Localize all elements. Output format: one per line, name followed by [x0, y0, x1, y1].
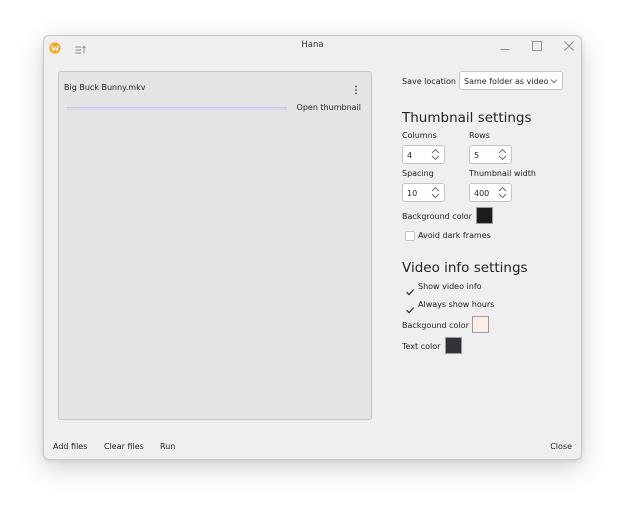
chevron-down-icon [550, 77, 558, 85]
rows-label: Rows [469, 131, 490, 140]
save-location-select[interactable]: Same folder as video [459, 71, 563, 90]
always-show-hours-label: Always show hours [418, 300, 495, 309]
add-files-button[interactable]: Add files [53, 442, 87, 451]
clear-files-button[interactable]: Clear files [104, 442, 144, 451]
more-vertical-icon[interactable] [352, 81, 360, 95]
file-name: Big Buck Bunny.mkv [64, 83, 146, 92]
stepper-arrows-icon[interactable] [431, 148, 440, 161]
spacing-label: Spacing [402, 169, 434, 178]
open-thumbnail-button[interactable]: Open thumbnail [297, 103, 361, 112]
file-progress-bar [67, 107, 287, 110]
rows-value: 5 [474, 151, 480, 160]
columns-spinbox[interactable]: 4 [402, 145, 445, 164]
always-show-hours-checkbox[interactable] [405, 300, 415, 314]
background-color-label: Background color [402, 212, 472, 221]
save-location-label: Save location [402, 77, 456, 86]
columns-value: 4 [407, 151, 413, 160]
text-color-label: Text color [402, 342, 441, 351]
minimize-icon[interactable] [499, 40, 511, 52]
spacing-value: 10 [407, 189, 418, 198]
avoid-dark-frames-checkbox[interactable] [405, 231, 415, 241]
show-video-info-checkbox[interactable] [405, 282, 415, 296]
title-bar[interactable]: Hana [44, 36, 581, 58]
close-button[interactable]: Close [550, 442, 572, 451]
show-video-info-label: Show video info [418, 282, 482, 291]
stepper-arrows-icon[interactable] [498, 186, 507, 199]
maximize-icon[interactable] [531, 40, 543, 52]
background-color-swatch[interactable] [476, 207, 493, 224]
spacing-spinbox[interactable]: 10 [402, 183, 445, 202]
run-button[interactable]: Run [160, 442, 175, 451]
close-window-icon[interactable] [563, 40, 575, 52]
stepper-arrows-icon[interactable] [498, 148, 507, 161]
thumbnail-width-spinbox[interactable]: 400 [469, 183, 512, 202]
thumbnail-width-label: Thumbnail width [469, 169, 536, 178]
info-background-color-swatch[interactable] [472, 316, 489, 333]
thumbnail-width-value: 400 [474, 189, 490, 198]
columns-label: Columns [402, 131, 437, 140]
app-window: Hana Big Buck Bunny.mkv Open thumbnail S… [43, 35, 582, 460]
rows-spinbox[interactable]: 5 [469, 145, 512, 164]
stepper-arrows-icon[interactable] [431, 186, 440, 199]
thumbnail-settings-heading: Thumbnail settings [402, 110, 532, 126]
video-info-settings-heading: Video info settings [402, 260, 528, 276]
file-list-panel: Big Buck Bunny.mkv Open thumbnail [58, 71, 372, 420]
avoid-dark-frames-label: Avoid dark frames [418, 231, 491, 240]
info-background-color-label: Backgound color [402, 321, 469, 330]
text-color-swatch[interactable] [445, 337, 462, 354]
save-location-value: Same folder as video [464, 77, 549, 86]
